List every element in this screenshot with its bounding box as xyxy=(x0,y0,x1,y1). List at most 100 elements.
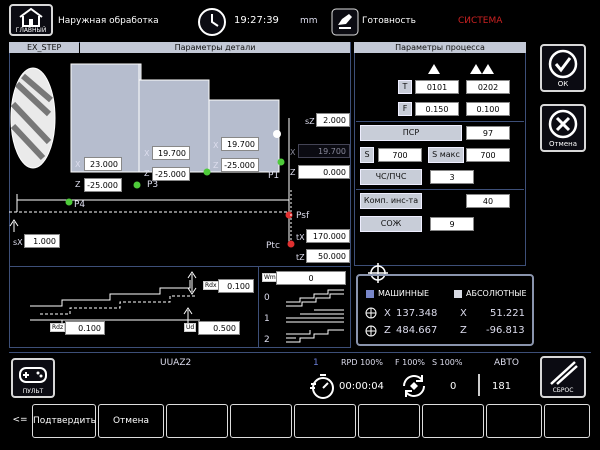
mode-icons xyxy=(286,289,344,343)
counter-divider xyxy=(478,374,480,396)
x3-label: X xyxy=(213,141,219,150)
xp-label: X xyxy=(290,148,296,157)
fkey-9[interactable] xyxy=(544,404,590,438)
ok-button[interactable]: ОК xyxy=(540,44,586,92)
tz-input[interactable]: 50.000 xyxy=(306,249,350,263)
sz-input[interactable]: 2.000 xyxy=(316,113,350,127)
abs-label: АБСОЛЮТНЫЕ xyxy=(466,289,527,298)
clock-icon xyxy=(198,8,226,36)
mx-value: 137.348 xyxy=(396,308,438,319)
cycle-count-icon xyxy=(403,375,425,397)
sx-label: sX xyxy=(13,238,23,247)
mz-value: 484.667 xyxy=(396,325,438,336)
z1-input[interactable]: -25.000 xyxy=(84,178,122,192)
ready-icon xyxy=(331,8,359,36)
ud-input[interactable]: 0.500 xyxy=(198,321,240,335)
fkey-6[interactable] xyxy=(358,404,420,438)
tz-label: tZ xyxy=(296,253,305,262)
coolant-input[interactable]: 9 xyxy=(430,217,474,231)
s-label: S xyxy=(360,147,374,163)
abs-checkbox[interactable] xyxy=(454,290,462,298)
xp-input: 19.700 xyxy=(298,144,350,158)
az-value: -96.813 xyxy=(486,325,525,336)
x3-input[interactable]: 19.700 xyxy=(221,137,259,151)
fkey-cancel[interactable]: Отмена xyxy=(98,404,164,438)
chs-input[interactable]: 3 xyxy=(430,170,474,184)
status-divider xyxy=(9,352,591,353)
channel-number: 1 xyxy=(313,358,319,368)
back-label: <= xyxy=(12,415,28,425)
f-a-input[interactable]: 0.150 xyxy=(415,102,459,116)
part-tab[interactable]: EX_STEP xyxy=(9,42,79,53)
cycle-time: 00:00:04 xyxy=(339,381,384,392)
left-divider-h xyxy=(9,266,351,267)
reset-button[interactable]: СБРОС xyxy=(540,356,586,398)
x2-label: X xyxy=(144,149,150,158)
z3-input[interactable]: -25.000 xyxy=(221,158,259,172)
cancel-side-button[interactable]: Отмена xyxy=(540,104,586,152)
rdx-input[interactable]: 0.100 xyxy=(218,279,254,293)
wm-input[interactable]: 0 xyxy=(276,271,346,285)
fkey-8[interactable] xyxy=(486,404,542,438)
s-input[interactable]: 700 xyxy=(378,148,422,162)
fkey-back[interactable]: <= xyxy=(8,404,32,438)
fkey-confirm[interactable]: Подтвердить xyxy=(32,404,96,438)
zp-input[interactable]: 0.000 xyxy=(298,165,350,179)
cancel-side-label: Отмена xyxy=(548,140,578,148)
fkey-7[interactable] xyxy=(422,404,484,438)
home-button[interactable]: ГЛАВНЫЙ xyxy=(9,4,53,36)
process-divider-1 xyxy=(356,121,524,122)
ud-label: Ud xyxy=(184,323,197,332)
tx-label: tX xyxy=(296,233,305,242)
mode-1[interactable]: 1 xyxy=(264,314,270,324)
ready-label: Готовность xyxy=(362,16,416,26)
t-b-input[interactable]: 0202 xyxy=(466,80,510,94)
f-label: F xyxy=(398,102,412,116)
page-title: Наружная обработка xyxy=(58,16,159,26)
ax-label: X xyxy=(460,308,467,319)
x1-input[interactable]: 23.000 xyxy=(84,157,122,171)
tx-input[interactable]: 170.000 xyxy=(306,229,350,243)
home-label: ГЛАВНЫЙ xyxy=(15,27,47,34)
reset-label: СБРОС xyxy=(552,387,574,394)
psr-label: ПСР xyxy=(360,125,462,141)
chs-label: ЧС/ПЧС xyxy=(360,169,422,185)
process-divider-2 xyxy=(356,189,524,190)
f-b-input[interactable]: 0.100 xyxy=(466,102,510,116)
t-a-input[interactable]: 0101 xyxy=(415,80,459,94)
x2-input[interactable]: 19.700 xyxy=(152,146,190,160)
comp-input[interactable]: 40 xyxy=(466,194,510,208)
z3-label: Z xyxy=(213,161,219,170)
rdz-input[interactable]: 0.100 xyxy=(65,321,105,335)
program-name: UUAZ2 xyxy=(160,358,192,368)
units-label: mm xyxy=(300,16,318,26)
checkmark-icon xyxy=(548,49,578,79)
smax-input[interactable]: 700 xyxy=(466,148,510,162)
sx-input[interactable]: 1.000 xyxy=(24,234,60,248)
psr-input[interactable]: 97 xyxy=(466,126,510,140)
rpd-override: RPD 100% xyxy=(341,358,383,367)
mode-2[interactable]: 2 xyxy=(264,335,270,345)
fkey-4[interactable] xyxy=(230,404,292,438)
z2-input[interactable]: -25.000 xyxy=(152,167,190,181)
mode-0[interactable]: 0 xyxy=(264,293,270,303)
pult-button[interactable]: ПУЛЬТ xyxy=(11,358,55,398)
az-label: Z xyxy=(460,325,467,336)
part-header: Параметры детали xyxy=(80,42,350,53)
cancel-label: Отмена xyxy=(112,416,150,426)
p1-label: P1 xyxy=(268,171,280,181)
s-override: S 100% xyxy=(432,358,463,367)
fkey-5[interactable] xyxy=(294,404,356,438)
coolant-label: СОЖ xyxy=(360,216,422,232)
axis-icons xyxy=(365,307,377,337)
tool-arrows-icon xyxy=(428,64,494,74)
machine-label: МАШИННЫЕ xyxy=(378,289,430,298)
fkey-3[interactable] xyxy=(166,404,228,438)
z2-label: Z xyxy=(144,169,150,178)
rdz-label: Rdz xyxy=(50,323,66,332)
cancel-icon xyxy=(548,109,578,139)
line-number: 181 xyxy=(492,381,512,392)
pult-label: ПУЛЬТ xyxy=(22,388,44,395)
gamepad-icon xyxy=(19,367,47,383)
machine-checkbox[interactable] xyxy=(366,290,374,298)
